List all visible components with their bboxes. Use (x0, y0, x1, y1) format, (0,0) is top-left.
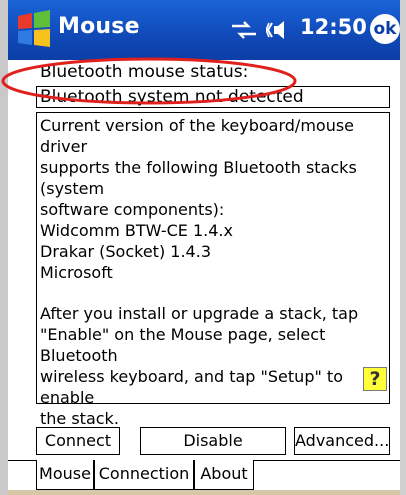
command-bar (8, 490, 400, 495)
window: Mouse 12:50 ok Bluetooth mouse status: B… (0, 0, 406, 495)
disable-button[interactable]: Disable (140, 427, 286, 455)
help-icon[interactable]: ? (363, 367, 387, 391)
tab-about[interactable]: About (194, 460, 254, 490)
status-field: Bluetooth system not detected (36, 86, 390, 108)
tab-connection[interactable]: Connection (94, 460, 194, 490)
app-title: Mouse (58, 14, 140, 39)
status-label: Bluetooth mouse status: (40, 62, 249, 82)
left-edge (0, 0, 8, 495)
connect-button[interactable]: Connect (36, 427, 120, 455)
ok-button[interactable]: ok (370, 14, 400, 44)
connectivity-icon[interactable] (230, 18, 258, 42)
advanced-button[interactable]: Advanced... (294, 427, 390, 455)
info-paragraph-1: Current version of the keyboard/mouse dr… (40, 116, 357, 282)
info-text: Current version of the keyboard/mouse dr… (40, 115, 385, 429)
right-edge (400, 0, 406, 495)
info-text-box: Current version of the keyboard/mouse dr… (36, 112, 390, 428)
status-value: Bluetooth system not detected (40, 87, 304, 107)
info-paragraph-2: After you install or upgrade a stack, ta… (40, 304, 359, 428)
clock[interactable]: 12:50 (300, 15, 367, 39)
title-bar: Mouse 12:50 ok (8, 0, 400, 60)
tab-mouse[interactable]: Mouse (36, 460, 94, 490)
start-flag-icon[interactable] (14, 10, 54, 50)
speaker-icon[interactable] (266, 17, 296, 43)
